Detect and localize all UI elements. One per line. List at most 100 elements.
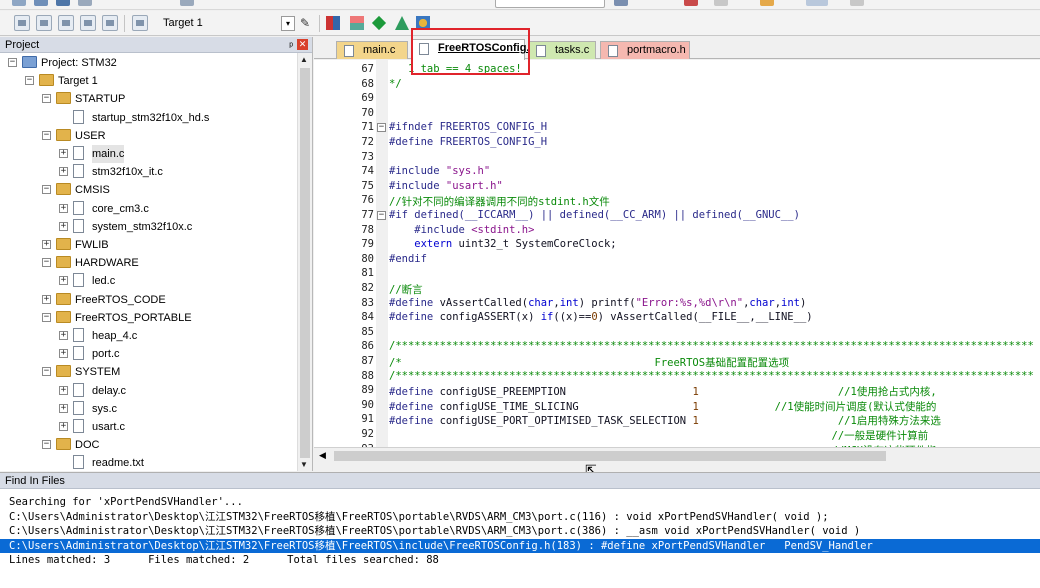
collapse-icon[interactable]: − (8, 58, 17, 67)
code-token: char (749, 296, 775, 309)
code-token: #define (389, 386, 440, 399)
tree-item[interactable]: + FreeRTOS_CODE (0, 291, 296, 309)
pack-installer-icon[interactable] (371, 15, 387, 31)
pin-icon[interactable]: ᵖ (289, 39, 293, 55)
collapse-icon[interactable]: − (42, 130, 51, 140)
stop-build-icon[interactable] (102, 15, 118, 31)
code-line: #ifndef FREERTOS_CONFIG_H (389, 121, 547, 136)
tree-item[interactable]: + system_stm32f10x.c (0, 218, 296, 236)
close-icon[interactable]: ✕ (297, 39, 308, 50)
tree-item[interactable]: − USER (0, 127, 296, 145)
collapse-icon[interactable]: − (42, 312, 51, 322)
fold-icon[interactable]: − (377, 123, 386, 133)
open-icon[interactable] (34, 0, 48, 6)
tree-item[interactable]: + stm32f10x_it.c (0, 163, 296, 181)
expand-icon[interactable]: + (59, 221, 68, 231)
rebuild-icon[interactable] (58, 15, 74, 31)
code-token: int (559, 296, 579, 309)
debug-icon[interactable] (684, 0, 698, 6)
project-scrollbar[interactable]: ▲ ▼ (297, 53, 312, 471)
window-layout-icon[interactable] (806, 0, 828, 6)
scroll-left-icon[interactable]: ◀ (319, 450, 326, 461)
tools-icon[interactable] (850, 0, 864, 6)
code-token: //1使用抢占式内核, (698, 386, 937, 399)
scroll-down-icon[interactable]: ▼ (300, 460, 308, 469)
collapse-icon[interactable]: − (42, 258, 51, 268)
tree-item[interactable]: + heap_4.c (0, 327, 296, 345)
tree-item[interactable]: + usart.c (0, 418, 296, 436)
find-icon[interactable] (614, 0, 628, 6)
expand-icon[interactable]: + (59, 149, 68, 158)
tab-portmacro-h[interactable]: portmacro.h (600, 41, 690, 59)
editor-hscrollbar[interactable]: ◀ (314, 447, 1040, 463)
fold-icon[interactable]: − (377, 211, 386, 220)
tree-item[interactable]: + port.c (0, 345, 296, 363)
tree-item-label: core_cm3.c (92, 202, 149, 215)
collapse-icon[interactable]: − (42, 94, 51, 104)
find-result-row[interactable]: C:\Users\Administrator\Desktop\江江STM32\F… (0, 510, 1040, 525)
expand-icon[interactable]: + (42, 240, 51, 249)
tree-item[interactable]: readme.txt (0, 454, 296, 472)
target-dropdown[interactable]: ▾ (281, 16, 295, 31)
scroll-up-icon[interactable]: ▲ (300, 55, 308, 64)
manage-components-icon[interactable] (326, 16, 340, 30)
expand-icon[interactable]: + (59, 276, 68, 286)
code-token: "usart.h" (445, 179, 503, 192)
hscroll-thumb[interactable] (334, 451, 886, 461)
line-number: 85 (361, 325, 374, 338)
download-icon[interactable] (132, 15, 148, 31)
environment-icon[interactable] (350, 16, 364, 30)
undo-icon[interactable] (180, 0, 194, 6)
find-result-row[interactable]: Searching for 'xPortPendSVHandler'... (0, 495, 1040, 510)
tree-item[interactable]: + sys.c (0, 400, 296, 418)
find-panel-title: Find In Files (5, 475, 65, 487)
collapse-icon[interactable]: − (42, 185, 51, 195)
new-file-icon[interactable] (12, 0, 26, 6)
tree-item[interactable]: − SYSTEM (0, 363, 296, 381)
collapse-icon[interactable]: − (42, 440, 51, 450)
save-all-icon[interactable] (78, 0, 92, 6)
expand-icon[interactable]: + (59, 422, 68, 431)
expand-icon[interactable]: + (59, 167, 68, 177)
code-editor[interactable]: 67 68 69 70 71 72 73 74 75 76 77 78 79 80 81 82 83 84 85 86… (314, 60, 1040, 463)
expand-icon[interactable]: + (59, 349, 68, 359)
find-result-row[interactable]: Lines matched: 3 Files matched: 2 Total … (0, 553, 1040, 568)
collapse-icon[interactable]: − (25, 76, 34, 86)
file-icon (73, 109, 84, 124)
target-options-icon[interactable]: ✎ (300, 16, 314, 30)
find-result-row[interactable]: C:\Users\Administrator\Desktop\江江STM32\F… (0, 524, 1040, 539)
tree-item[interactable]: + delay.c (0, 382, 296, 400)
expand-icon[interactable]: + (59, 203, 68, 213)
code-line: #define configUSE_PREEMPTION 1 //1使用抢占式内… (389, 384, 937, 399)
tree-item[interactable]: − CMSIS (0, 181, 296, 199)
tree-item[interactable]: − DOC (0, 436, 296, 454)
tree-item[interactable]: − Project: STM32 (0, 54, 296, 72)
batch-build-icon[interactable] (80, 15, 96, 31)
select-software-packs-icon[interactable] (395, 16, 409, 30)
expand-icon[interactable]: + (59, 385, 68, 395)
line-number: 92 (361, 428, 374, 440)
tree-item[interactable]: − FreeRTOS_PORTABLE (0, 309, 296, 327)
options-icon[interactable] (760, 0, 774, 6)
tree-item[interactable]: − Target 1 (0, 72, 296, 90)
tree-item[interactable]: − HARDWARE (0, 254, 296, 272)
expand-icon[interactable]: + (59, 331, 68, 340)
expand-icon[interactable]: + (59, 403, 68, 413)
tree-item[interactable]: + led.c (0, 272, 296, 290)
breakpoint-icon[interactable] (714, 0, 728, 6)
tree-item[interactable]: + main.c (0, 145, 296, 163)
tree-item[interactable]: + core_cm3.c (0, 200, 296, 218)
tree-item[interactable]: − STARTUP (0, 90, 296, 108)
expand-icon[interactable]: + (42, 294, 51, 304)
find-combo[interactable] (495, 0, 605, 8)
tab-main-c[interactable]: main.c (336, 41, 408, 59)
tab-tasks-c[interactable]: tasks.c (528, 41, 596, 59)
scroll-thumb[interactable] (300, 68, 310, 458)
save-icon[interactable] (56, 0, 70, 6)
collapse-icon[interactable]: − (42, 367, 51, 377)
find-result-row[interactable]: C:\Users\Administrator\Desktop\江江STM32\F… (0, 538, 1040, 554)
translate-icon[interactable] (14, 15, 30, 31)
tree-item[interactable]: startup_stm32f10x_hd.s (0, 109, 296, 127)
build-icon[interactable] (36, 15, 52, 31)
tree-item[interactable]: + FWLIB (0, 236, 296, 254)
